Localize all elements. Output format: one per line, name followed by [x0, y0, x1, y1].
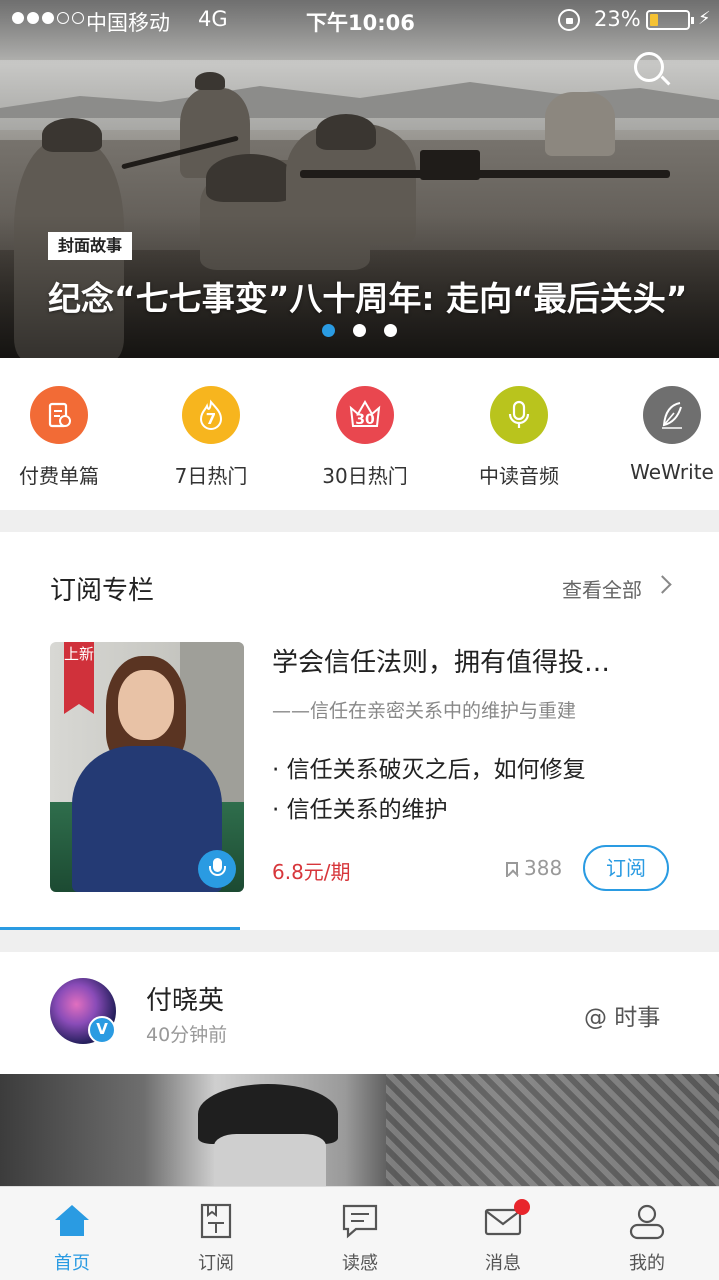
- chevron-right-icon[interactable]: [653, 575, 672, 594]
- pager-dot-2[interactable]: [353, 324, 366, 337]
- comment-icon: [342, 1204, 378, 1239]
- battery-fill: [650, 14, 658, 26]
- feed-post[interactable]: V 付晓英 40分钟前 @ 时事: [0, 952, 719, 1186]
- tab-label: 我的: [629, 1253, 665, 1274]
- quick-nav-label: 付费单篇: [19, 464, 99, 488]
- author-name[interactable]: 付晓英: [146, 980, 224, 1017]
- status-time: 下午10:06: [306, 11, 415, 35]
- home-icon: [55, 1205, 89, 1236]
- bookmark-icon: [506, 862, 518, 877]
- verified-badge: V: [88, 1016, 116, 1044]
- pager-dot-1[interactable]: [322, 324, 335, 337]
- pager-dot-3[interactable]: [384, 324, 397, 337]
- status-bar: 中国移动 4G 下午10:06 23% ⚡: [0, 0, 719, 40]
- quick-nav-audio[interactable]: 中读音频: [454, 386, 584, 489]
- tab-messages[interactable]: 消息: [431, 1187, 575, 1280]
- search-button[interactable]: [634, 52, 671, 88]
- subscription-section: 订阅专栏 查看全部 上新 学会信任法则，拥有值得投… ——信任在亲密关系中的维护…: [0, 532, 719, 930]
- carousel-pager: [322, 324, 397, 337]
- crown-30-icon: 30: [336, 386, 394, 444]
- carrier-name: 中国移动: [86, 11, 170, 35]
- tab-profile[interactable]: 我的: [575, 1187, 719, 1280]
- paid-article-icon: [30, 386, 88, 444]
- subscribe-book-icon: [200, 1203, 232, 1239]
- profile-icon: [629, 1204, 665, 1240]
- charging-bolt-icon: ⚡: [698, 8, 711, 29]
- crown-30-number: 30: [355, 412, 375, 428]
- column-title[interactable]: 学会信任法则，拥有值得投…: [272, 642, 662, 679]
- bookmark-count: 388: [524, 856, 563, 880]
- column-cover-image[interactable]: 上新: [50, 642, 244, 892]
- tab-subscribe[interactable]: 订阅: [144, 1187, 288, 1280]
- feather-pen-icon: [643, 386, 701, 444]
- post-topic[interactable]: @ 时事: [584, 998, 660, 1032]
- tab-home[interactable]: 首页: [0, 1187, 144, 1280]
- audio-badge-icon: [198, 850, 236, 888]
- post-time: 40分钟前: [146, 1024, 228, 1046]
- fire-7-icon: 7: [182, 386, 240, 444]
- tab-label: 订阅: [198, 1253, 234, 1274]
- quick-nav-7-day-hot[interactable]: 7 7日热门: [146, 386, 276, 489]
- tab-label: 消息: [485, 1253, 521, 1274]
- section-title: 订阅专栏: [50, 576, 155, 606]
- hero-title[interactable]: 纪念“七七事变”八十周年: 走向“最后关头”: [48, 272, 687, 320]
- network-type: 4G: [198, 7, 228, 31]
- rotation-lock-icon: [558, 9, 580, 31]
- post-image[interactable]: [0, 1074, 719, 1186]
- view-all-link[interactable]: 查看全部: [562, 574, 642, 603]
- fire-7-number: 7: [205, 410, 217, 428]
- tab-reviews[interactable]: 读感: [288, 1187, 432, 1280]
- battery-percent: 23%: [594, 7, 641, 31]
- hero-tag: 封面故事: [48, 232, 133, 260]
- quick-nav-paid-article[interactable]: 付费单篇: [0, 386, 124, 489]
- signal-strength-icon: [12, 12, 84, 24]
- quick-nav-wewrite[interactable]: WeWrite: [607, 386, 719, 484]
- tab-label: 读感: [342, 1253, 378, 1274]
- quick-nav-label: 7日热门: [174, 464, 248, 488]
- unread-badge: [514, 1199, 530, 1215]
- column-point: · 信任关系的维护: [272, 797, 448, 823]
- microphone-icon: [490, 386, 548, 444]
- column-point: · 信任关系破灭之后，如何修复: [272, 757, 586, 783]
- subscribe-button[interactable]: 订阅: [583, 845, 669, 891]
- quick-nav-label: 30日热门: [322, 464, 408, 488]
- column-price: 6.8元/期: [272, 860, 351, 884]
- tab-label: 首页: [54, 1253, 90, 1274]
- quick-nav-30-day-hot[interactable]: 30 30日热门: [300, 386, 430, 489]
- bottom-tab-bar: 首页 订阅 读感 消息 我的: [0, 1186, 719, 1280]
- column-subtitle: ——信任在亲密关系中的维护与重建: [272, 700, 577, 722]
- battery-icon: [646, 10, 694, 30]
- quick-nav: 付费单篇 7 7日热门 30 30日热门 中读音频 WeWrite: [0, 358, 719, 510]
- hero-banner[interactable]: 封面故事 纪念“七七事变”八十周年: 走向“最后关头”: [0, 0, 719, 358]
- carousel-progress-bar: [0, 927, 240, 930]
- quick-nav-label: WeWrite: [630, 460, 714, 484]
- new-ribbon-badge: 上新: [64, 642, 94, 714]
- quick-nav-label: 中读音频: [479, 464, 559, 488]
